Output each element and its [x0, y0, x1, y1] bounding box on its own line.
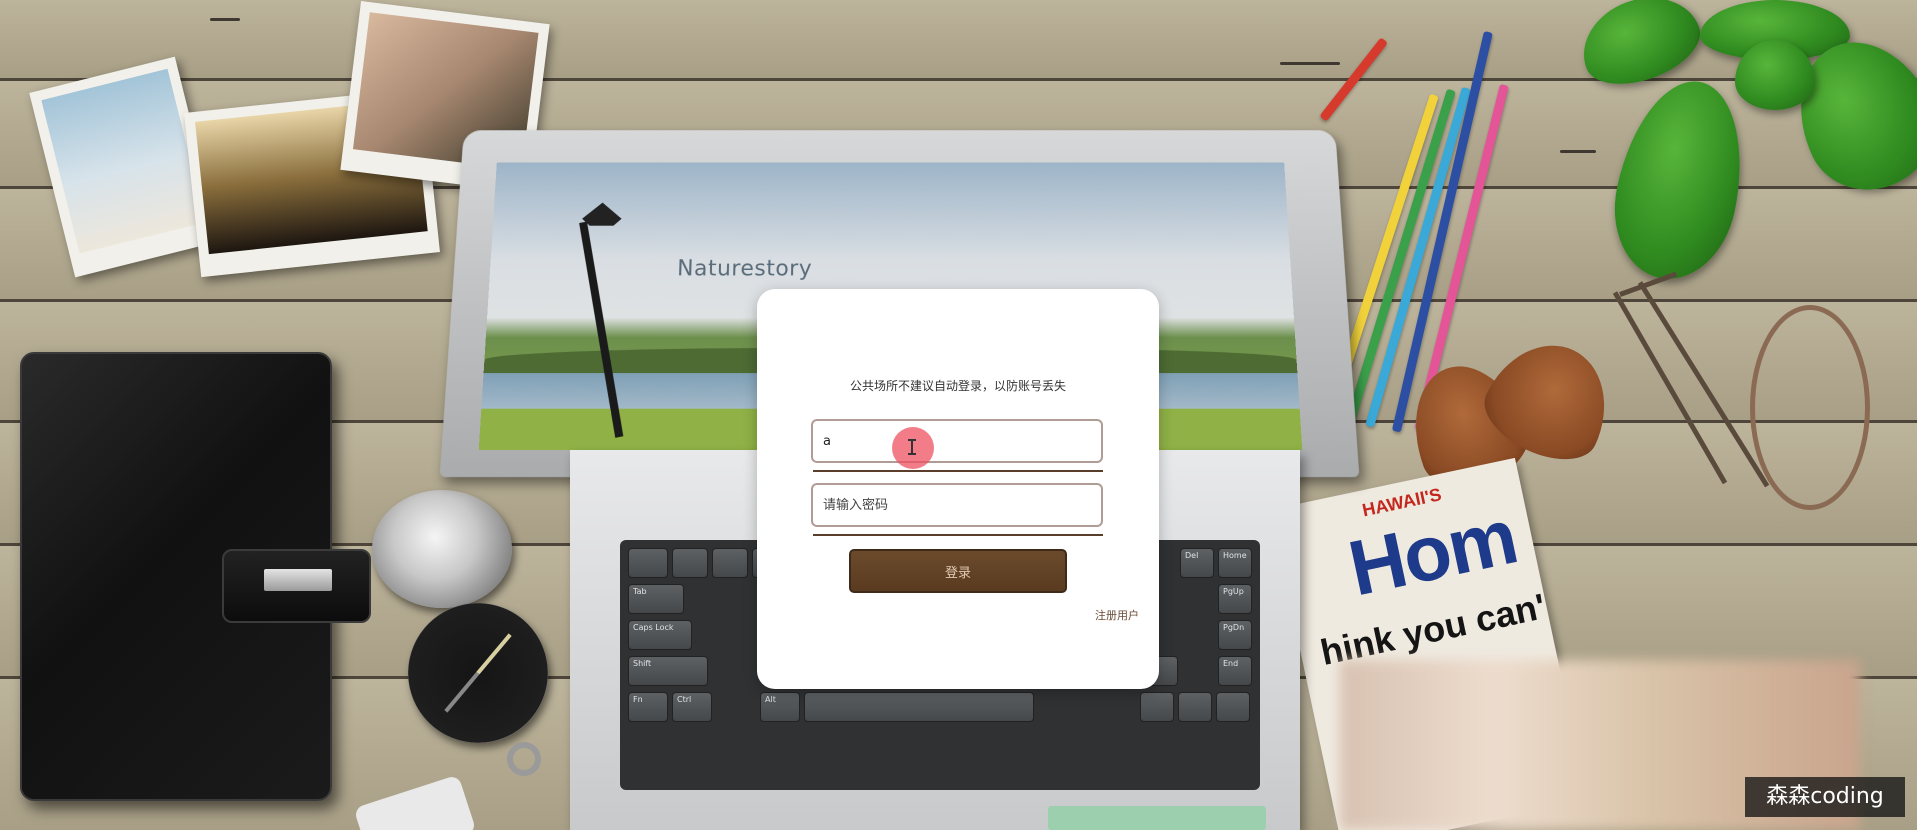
register-link[interactable]: 注册用户 [1095, 607, 1139, 623]
key-ctrl: Ctrl [672, 692, 712, 722]
username-input[interactable] [813, 421, 1101, 461]
leather-notebook [20, 352, 371, 801]
key-shift-left: Shift [628, 656, 708, 686]
key [672, 548, 708, 578]
compass-needle [444, 633, 512, 713]
wood-crack [1280, 62, 1340, 65]
password-underline [813, 534, 1103, 536]
notebook-clasp [264, 569, 332, 591]
key-tab: Tab [628, 584, 684, 614]
key-arrow-down [1178, 692, 1212, 722]
key-space [804, 692, 1034, 722]
compass-icon [408, 603, 548, 743]
key-caps: Caps Lock [628, 620, 692, 650]
key-alt: Alt [760, 692, 800, 722]
login-notice: 公共场所不建议自动登录，以防账号丢失 [849, 379, 1066, 393]
login-dialog: 公共场所不建议自动登录，以防账号丢失 登录 注册用户 [757, 289, 1159, 689]
laptop-sticker [1048, 806, 1266, 830]
key-arrow-left [1140, 692, 1174, 722]
cursor-highlight [892, 427, 934, 469]
key-pgup: PgUp [1218, 584, 1252, 614]
username-underline [813, 470, 1103, 472]
wood-crack [210, 18, 240, 21]
watermark: 森森coding [1745, 777, 1905, 817]
screen-brand: Naturestory [676, 256, 813, 282]
key [712, 548, 748, 578]
password-input[interactable] [813, 485, 1101, 525]
key-home: Home [1218, 548, 1252, 578]
login-button[interactable]: 登录 [849, 549, 1067, 593]
text-cursor-icon [908, 439, 916, 455]
desktop-background: HAWAII'S Hom hink you can' Naturestory D… [0, 0, 1917, 830]
lamp-head [582, 203, 623, 226]
username-field[interactable] [811, 419, 1103, 463]
bike-wheel [1750, 305, 1870, 510]
key-arrow-right [1216, 692, 1250, 722]
key [628, 548, 668, 578]
password-field[interactable] [811, 483, 1103, 527]
key-pgdn: PgDn [1218, 620, 1252, 650]
key-end: End [1218, 656, 1252, 686]
key-fn: Fn [628, 692, 668, 722]
wood-crack [1560, 150, 1596, 153]
key-del: Del [1180, 548, 1214, 578]
compass-ring [507, 742, 541, 776]
compass-lid [372, 490, 512, 608]
